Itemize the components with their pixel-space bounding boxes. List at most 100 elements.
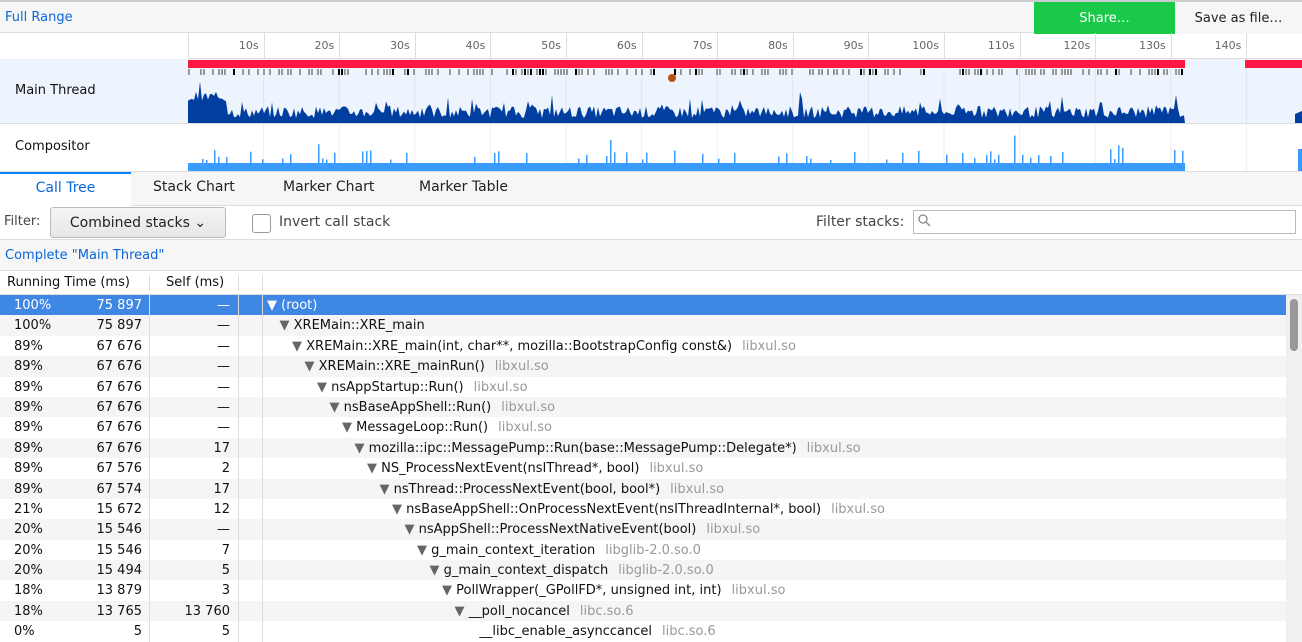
save-as-file-button[interactable]: Save as file… (1175, 2, 1302, 34)
timeline[interactable]: 10s 20s 30s 40s 50s 60s 70s 80s 90s 100s 110s 120s 1… (0, 33, 1302, 172)
compositor-spike (1298, 149, 1302, 171)
marker-tick (386, 69, 388, 75)
marker-tick (473, 69, 475, 75)
tree-row[interactable]: 89% 67 676 — ▼ nsAppStartup::Run() libxul… (0, 376, 1286, 397)
marker-tick (557, 69, 559, 75)
compositor-spike (1122, 147, 1124, 163)
running-percent: 89% (14, 338, 43, 354)
compositor-activity-graph[interactable] (188, 124, 1302, 171)
tab-call-tree[interactable]: Call Tree (0, 172, 131, 207)
time-tick: 130s (1112, 33, 1172, 59)
tree-row[interactable]: 89% 67 576 2 ▼ NS_ProcessNextEvent(nsITh… (0, 458, 1286, 479)
twisty-open-icon[interactable]: ▼ (280, 318, 294, 333)
tree-row[interactable]: 18% 13 765 13 760 ▼ __poll_nocancel libc.… (0, 600, 1286, 622)
twisty-open-icon[interactable]: ▼ (392, 502, 406, 517)
time-tick: 80s (734, 33, 794, 59)
marker-tick (233, 69, 235, 75)
twisty-open-icon[interactable]: ▼ (355, 441, 369, 456)
marker-tick (281, 69, 283, 75)
marker-tick (524, 69, 526, 75)
tab-marker-chart[interactable]: Marker Chart (283, 172, 374, 206)
tree-row[interactable]: 89% 67 676 — ▼ MessageLoop::Run() libxul.… (0, 417, 1286, 438)
filter-stacks-input[interactable] (913, 210, 1296, 234)
share-button[interactable]: Share… (1034, 2, 1175, 34)
tab-stack-chart[interactable]: Stack Chart (153, 172, 235, 206)
stack-filter-select[interactable]: Combined stacks ⌄ (50, 207, 226, 238)
running-percent: 20% (14, 522, 43, 538)
marker-tick (248, 69, 250, 75)
tree-row[interactable]: 21% 15 672 12 ▼ nsBaseAppShell::OnProces… (0, 498, 1286, 520)
marker-tick (833, 69, 835, 75)
function-name: nsAppStartup::Run() (331, 379, 464, 395)
tree-header: Running Time (ms) Self (ms) (0, 271, 1302, 295)
marker-tick (527, 69, 529, 75)
tree-row[interactable]: 0% 5 5 __libc_enable_asynccancel libc.so.… (0, 621, 1286, 642)
marker-tick (812, 69, 814, 75)
tab-marker-table[interactable]: Marker Table (419, 172, 508, 206)
running-ms: 67 574 (96, 481, 143, 497)
marker-tick (377, 69, 379, 75)
compositor-spike (1022, 154, 1024, 163)
invert-call-stack-label[interactable]: Invert call stack (279, 214, 390, 230)
marker-tick (299, 69, 301, 75)
marker-tick (785, 69, 787, 75)
tree-row[interactable]: 89% 67 574 17 ▼ nsThread::ProcessNextEve… (0, 478, 1286, 499)
twisty-open-icon[interactable]: ▼ (417, 543, 431, 558)
tree-row[interactable]: 89% 67 676 — ▼ XREMain::XRE_mainRun() lib… (0, 356, 1286, 377)
marker-tick (506, 69, 508, 75)
self-ms: 3 (221, 583, 230, 599)
twisty-open-icon[interactable]: ▼ (267, 298, 281, 313)
marker-tick (1043, 69, 1045, 75)
function-name: XREMain::XRE_mainRun() (318, 359, 485, 375)
scrollbar-thumb[interactable] (1290, 299, 1298, 351)
invert-call-stack-checkbox[interactable] (252, 214, 271, 233)
tree-row[interactable]: 100% 75 897 — ▼ (root) (0, 295, 1286, 316)
tree-row[interactable]: 100% 75 897 — ▼ XREMain::XRE_main (0, 315, 1286, 336)
track-compositor[interactable]: Compositor (0, 124, 1302, 172)
compositor-spike (318, 144, 320, 163)
running-ms: 67 676 (96, 338, 143, 354)
function-name: MessageLoop::Run() (356, 420, 489, 436)
tree-row[interactable]: 20% 15 546 — ▼ nsAppShell::ProcessNextNa… (0, 519, 1286, 540)
twisty-open-icon[interactable]: ▼ (317, 380, 331, 395)
tree-row[interactable]: 20% 15 546 7 ▼ g_main_context_iteration l… (0, 539, 1286, 561)
tree-row[interactable]: 20% 15 494 5 ▼ g_main_context_dispatch li… (0, 560, 1286, 581)
tree-row[interactable]: 89% 67 676 17 ▼ mozilla::ipc::MessagePum… (0, 437, 1286, 459)
tree-row[interactable]: 89% 67 676 — ▼ nsBaseAppShell::Run() libx… (0, 396, 1286, 418)
breadcrumb-item[interactable]: Complete "Main Thread" (5, 248, 164, 263)
compositor-spike (1114, 159, 1116, 163)
marker-tick (218, 69, 220, 75)
twisty-open-icon[interactable]: ▼ (342, 420, 356, 435)
cpu-graph (188, 81, 1185, 123)
marker-tick (899, 69, 901, 75)
twisty-open-icon[interactable]: ▼ (405, 522, 419, 537)
full-range-breadcrumb[interactable]: Full Range (5, 10, 73, 25)
compositor-spike (586, 155, 588, 163)
twisty-open-icon[interactable]: ▼ (367, 461, 381, 476)
tree-row[interactable]: 18% 13 879 3 ▼ PollWrapper(_GPollFD*, un… (0, 580, 1286, 601)
running-ms: 15 546 (96, 522, 143, 538)
main-thread-activity-graph[interactable] (188, 59, 1302, 123)
marker-tick (698, 69, 700, 75)
twisty-open-icon[interactable]: ▼ (430, 563, 444, 578)
marker-tick (962, 69, 964, 75)
track-main-thread[interactable]: Main Thread (0, 59, 1302, 124)
compositor-spike (810, 158, 812, 163)
marker-tick (1106, 69, 1108, 75)
twisty-open-icon[interactable]: ▼ (305, 359, 319, 374)
compositor-spike (830, 159, 832, 163)
function-name: mozilla::ipc::MessagePump::Run(base::Mes… (368, 440, 797, 456)
running-ms: 67 676 (96, 440, 143, 456)
twisty-open-icon[interactable]: ▼ (330, 400, 344, 415)
twisty-open-icon[interactable]: ▼ (380, 482, 394, 497)
compositor-spike (206, 159, 208, 163)
twisty-open-icon[interactable]: ▼ (442, 583, 456, 598)
scrollbar[interactable] (1286, 295, 1302, 642)
running-ms: 15 672 (96, 501, 143, 517)
compositor-spike (214, 150, 216, 163)
twisty-open-icon[interactable]: ▼ (292, 339, 306, 354)
marker-bar (1245, 60, 1302, 68)
tree-row[interactable]: 89% 67 676 — ▼ XREMain::XRE_main(int, ch… (0, 335, 1286, 357)
marker-tick (779, 69, 781, 75)
twisty-open-icon[interactable]: ▼ (455, 604, 469, 619)
